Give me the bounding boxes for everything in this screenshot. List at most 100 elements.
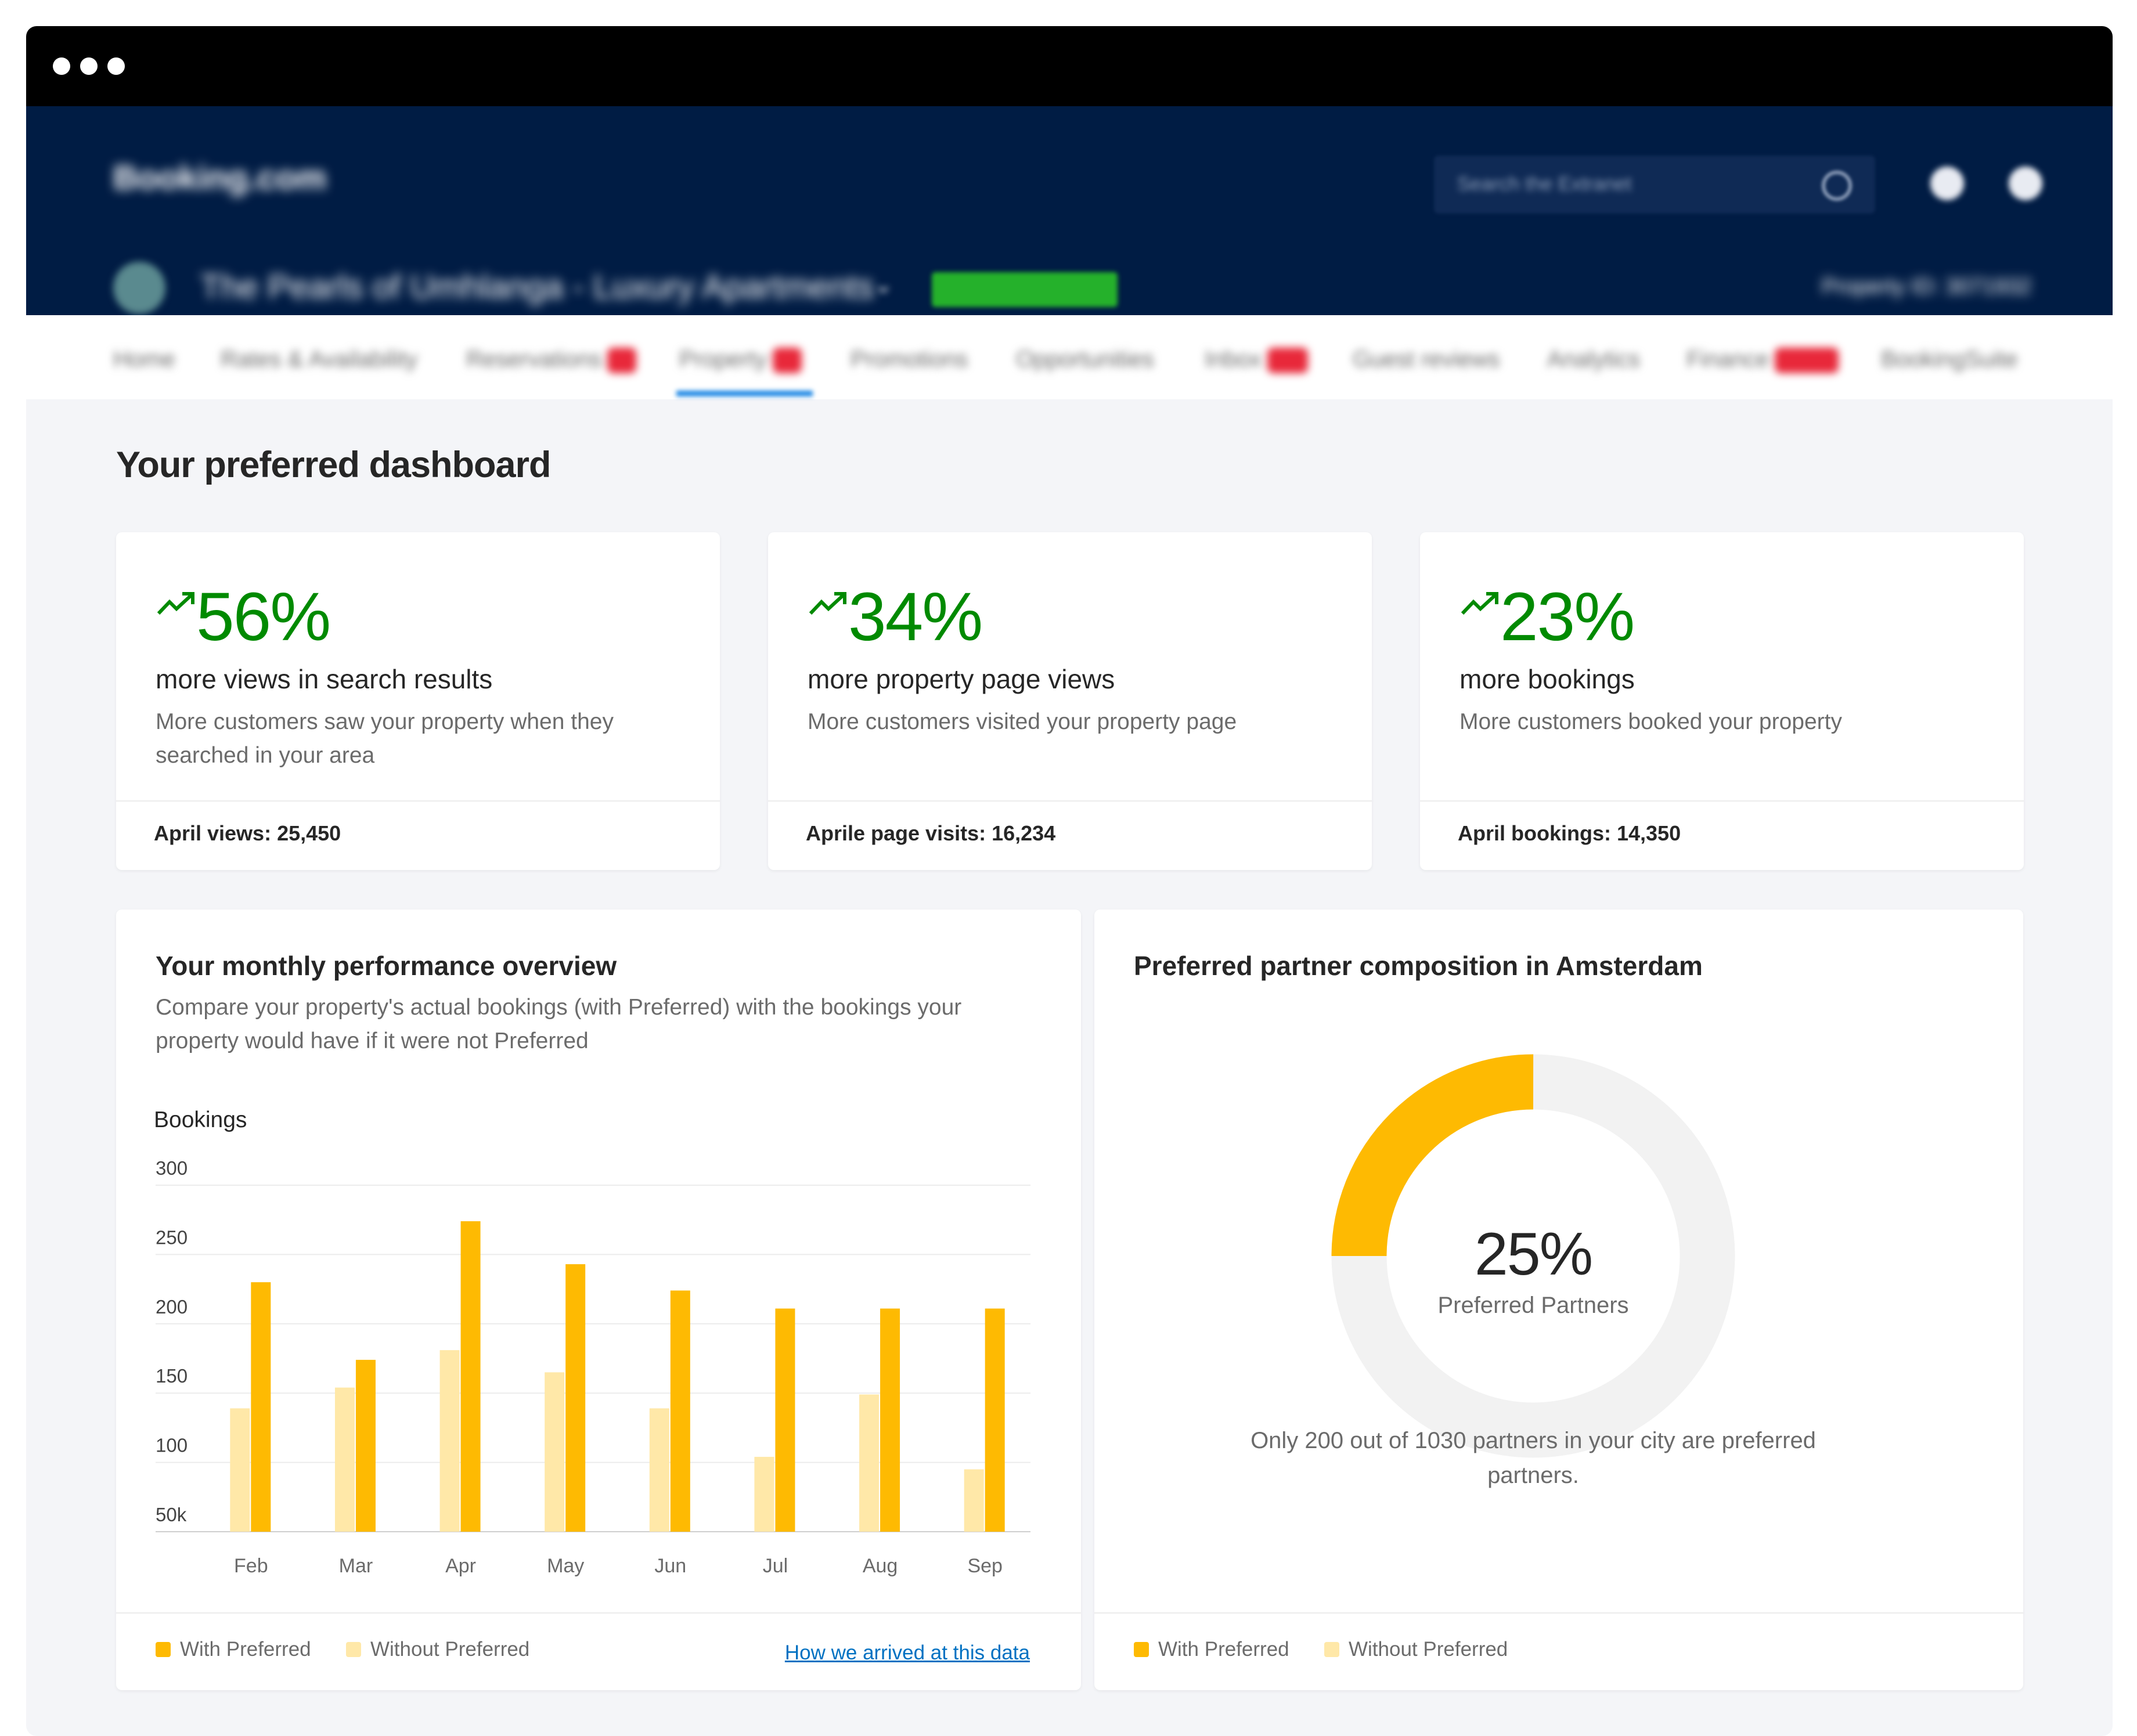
notification-badge <box>1267 348 1308 374</box>
main-nav: Home Rates & Availability Reservations P… <box>26 315 2113 399</box>
legend-with-preferred: With Preferred <box>1134 1638 1289 1661</box>
legend-label: Without Preferred <box>1349 1638 1508 1661</box>
account-icon[interactable] <box>2009 167 2042 200</box>
kpi-description: More customers saw your property when th… <box>156 709 614 768</box>
y-tick-label: 150 <box>156 1365 188 1387</box>
window-dot-icon[interactable] <box>80 57 98 75</box>
active-tab-indicator <box>676 391 813 396</box>
tab-opportunities[interactable]: Opportunities <box>1016 347 1154 373</box>
kpi-card-search-views: 56% more views in search results More cu… <box>116 532 720 870</box>
bar-without-preferred <box>649 1408 669 1532</box>
legend-without-preferred: Without Preferred <box>1324 1638 1508 1661</box>
tab-reservations[interactable]: Reservations <box>466 347 637 374</box>
legend-with-preferred: With Preferred <box>156 1638 311 1661</box>
kpi-card-bookings: 23% more bookings More customers booked … <box>1420 532 2024 870</box>
property-id: Property ID: 3071932 <box>1821 275 2031 299</box>
x-tick-label: Mar <box>339 1555 373 1577</box>
kpi-label: more property page views <box>808 664 1115 694</box>
divider <box>768 800 1372 802</box>
legend-label: With Preferred <box>1158 1638 1289 1661</box>
divider <box>1420 800 2024 802</box>
bar-with-preferred <box>460 1221 481 1532</box>
composition-card: Preferred partner composition in Amsterd… <box>1094 909 2023 1690</box>
legend-swatch <box>156 1642 171 1657</box>
search-input[interactable]: Search the Extranet <box>1434 156 1875 214</box>
tab-bookingsuite[interactable]: BookingSuite <box>1881 347 2018 373</box>
bar-without-preferred <box>964 1469 984 1532</box>
bar-without-preferred <box>230 1408 250 1532</box>
divider <box>1094 1612 2023 1614</box>
y-tick-label: 200 <box>156 1296 188 1318</box>
trending-up-icon <box>157 592 194 615</box>
x-tick-label: May <box>547 1555 584 1577</box>
window-titlebar <box>26 26 2113 106</box>
y-tick-label: 250 <box>156 1226 188 1248</box>
notification-badge <box>1775 348 1839 374</box>
tab-guest-reviews[interactable]: Guest reviews <box>1353 347 1500 373</box>
page-title: Your preferred dashboard <box>116 445 551 485</box>
property-avatar <box>113 262 165 314</box>
search-icon[interactable] <box>1822 171 1852 201</box>
tab-promotions[interactable]: Promotions <box>851 347 968 373</box>
search-placeholder: Search the Extranet <box>1457 173 1632 195</box>
x-tick-label: Jun <box>654 1555 686 1577</box>
methodology-link[interactable]: How we arrived at this data <box>785 1641 1030 1665</box>
bar-with-preferred <box>565 1264 586 1532</box>
performance-card: Your monthly performance overview Compar… <box>116 909 1081 1690</box>
notification-badge <box>607 348 637 374</box>
legend-without-preferred: Without Preferred <box>346 1638 529 1661</box>
kpi-description: More customers booked your property <box>1459 709 1842 734</box>
composition-note: Only 200 out of 1030 partners in your ci… <box>1251 1428 1816 1488</box>
kpi-card-page-views: 34% more property page views More custom… <box>768 532 1372 870</box>
kpi-value: 34% <box>848 579 983 655</box>
y-tick-label: 100 <box>156 1435 188 1456</box>
y-axis-label: Bookings <box>154 1107 247 1132</box>
bar-without-preferred <box>545 1372 565 1532</box>
tab-rates-availability[interactable]: Rates & Availability <box>221 347 417 373</box>
bar-with-preferred <box>985 1308 1005 1532</box>
property-name[interactable]: The Pearls of Umhlanga - Luxury Apartmen… <box>200 268 874 306</box>
kpi-value: 23% <box>1500 579 1635 655</box>
x-tick-label: Apr <box>445 1555 476 1577</box>
legend-swatch <box>1324 1642 1339 1657</box>
bookings-bar-chart: Bookings 300 250 200 150 100 50k Feb Mar Apr May Ju… <box>154 1107 1030 1577</box>
x-tick-label: Jul <box>763 1555 788 1577</box>
brand-logo[interactable]: Booking.com <box>113 158 326 197</box>
x-tick-label: Sep <box>967 1555 1003 1577</box>
window-dot-icon[interactable] <box>53 57 70 75</box>
bar-without-preferred <box>439 1350 460 1532</box>
legend-label: With Preferred <box>180 1638 311 1661</box>
donut-percent: 25% <box>1474 1221 1593 1288</box>
tab-finance[interactable]: Finance <box>1686 347 1839 374</box>
tab-analytics[interactable]: Analytics <box>1547 347 1640 373</box>
kpi-footer: April bookings: 14,350 <box>1458 821 1681 845</box>
x-tick-label: Aug <box>863 1555 898 1577</box>
bar-with-preferred <box>670 1290 690 1532</box>
bar-without-preferred <box>334 1387 355 1532</box>
tab-property[interactable]: Property <box>679 347 802 374</box>
notification-badge <box>773 348 802 374</box>
kpi-footer: Aprile page visits: 16,234 <box>806 821 1056 845</box>
chevron-down-icon[interactable]: ⌄ <box>874 272 893 298</box>
y-tick-label: 50k <box>156 1504 187 1525</box>
bar-with-preferred <box>775 1308 795 1532</box>
y-tick-label: 300 <box>156 1157 188 1179</box>
help-icon[interactable] <box>1930 167 1964 200</box>
legend-swatch <box>346 1642 361 1657</box>
bar-with-preferred <box>880 1308 900 1532</box>
bar-with-preferred <box>251 1282 271 1532</box>
trending-up-icon <box>1461 592 1498 615</box>
divider <box>116 1612 1081 1614</box>
bar-with-preferred <box>355 1359 376 1532</box>
trending-up-icon <box>809 592 846 615</box>
bar-without-preferred <box>859 1394 880 1532</box>
window-dot-icon[interactable] <box>107 57 125 75</box>
kpi-label: more bookings <box>1459 664 1635 694</box>
x-tick-label: Feb <box>234 1555 268 1577</box>
status-badge <box>932 272 1118 307</box>
browser-window: Booking.com Search the Extranet The Pear… <box>26 26 2113 1736</box>
tab-inbox[interactable]: Inbox <box>1205 347 1308 374</box>
kpi-description: More customers visited your property pag… <box>808 709 1237 734</box>
kpi-value: 56% <box>196 579 331 655</box>
tab-home[interactable]: Home <box>113 347 175 373</box>
